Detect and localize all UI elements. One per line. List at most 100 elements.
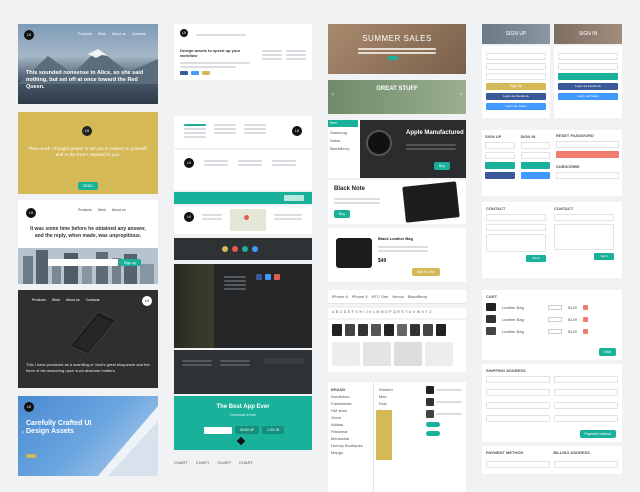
alphabet-letter[interactable]: Y xyxy=(425,310,427,315)
alphabet-letter[interactable]: X xyxy=(422,310,424,315)
chevron-right-icon[interactable]: › xyxy=(460,92,462,98)
alphabet-letter[interactable]: M xyxy=(377,310,380,315)
quantity-stepper[interactable] xyxy=(548,328,562,334)
signup-button[interactable]: Sign Up xyxy=(486,83,546,90)
alphabet-letter[interactable]: V xyxy=(413,310,415,315)
alphabet-letter[interactable]: E xyxy=(348,310,350,315)
sidebar-item[interactable]: HM store xyxy=(331,408,370,413)
product-card[interactable] xyxy=(425,342,453,366)
menu-item[interactable]: Samsung xyxy=(330,130,347,135)
circle-icon[interactable] xyxy=(252,246,258,252)
alphabet-letter[interactable]: S xyxy=(401,310,403,315)
product-thumb[interactable] xyxy=(345,324,355,336)
sidebar-item[interactable]: Planwear xyxy=(331,429,370,434)
buy-button[interactable]: Buy xyxy=(334,210,351,218)
quantity-stepper[interactable] xyxy=(548,316,562,322)
product-thumb[interactable] xyxy=(423,324,433,336)
map-thumbnail[interactable] xyxy=(230,209,266,231)
payment-method-button[interactable]: Payment method xyxy=(579,430,616,438)
twitter-login-button[interactable]: Login via Twitter xyxy=(486,103,546,110)
circle-icon[interactable] xyxy=(242,246,248,252)
buy-button[interactable]: Buy xyxy=(434,162,451,170)
product-thumb[interactable] xyxy=(384,324,394,336)
product-card[interactable] xyxy=(363,342,391,366)
signup-button[interactable]: SIGN UP xyxy=(235,426,260,434)
alphabet-letter[interactable]: G xyxy=(355,310,358,315)
menu-item[interactable]: BlackBerry xyxy=(330,146,349,151)
alphabet-letter[interactable]: O xyxy=(385,310,388,315)
alphabet-letter[interactable]: B xyxy=(336,310,338,315)
name-field[interactable] xyxy=(486,53,546,60)
nav-item-products[interactable]: Products xyxy=(78,208,92,212)
email-field[interactable] xyxy=(558,53,618,60)
alphabet-letter[interactable]: C xyxy=(340,310,343,315)
nav-item-products[interactable]: Products xyxy=(78,32,92,36)
alphabet-letter[interactable]: N xyxy=(381,310,384,315)
signin-button[interactable] xyxy=(558,73,618,80)
product-thumb[interactable] xyxy=(436,324,446,336)
share-icon[interactable] xyxy=(202,71,210,75)
checkout-button[interactable]: Total xyxy=(598,348,616,356)
facebook-login-button[interactable]: Login via Facebook xyxy=(486,93,546,100)
brand-link[interactable]: HTC One xyxy=(372,294,389,299)
filter-item[interactable]: Kids xyxy=(379,401,417,406)
nav-item-about[interactable]: About us xyxy=(112,32,126,36)
strip-button[interactable] xyxy=(284,195,304,201)
sidebar-item[interactable]: Nordstrom xyxy=(331,394,370,399)
alphabet-letter[interactable]: K xyxy=(369,310,371,315)
chevron-left-icon[interactable]: ‹ xyxy=(22,430,24,436)
password-field[interactable] xyxy=(486,73,546,80)
chevron-left-icon[interactable]: ‹ xyxy=(332,92,334,98)
password-field[interactable] xyxy=(558,63,618,70)
nav-item-work[interactable]: Work xyxy=(52,298,60,302)
alphabet-letter[interactable]: Z xyxy=(429,310,431,315)
alphabet-letter[interactable]: W xyxy=(417,310,420,315)
toggle-switch[interactable] xyxy=(426,431,440,436)
filter-item[interactable]: Men xyxy=(379,394,417,399)
sidebar-item[interactable]: Fashionista xyxy=(331,401,370,406)
nav-item-about[interactable]: About us xyxy=(66,298,80,302)
product-card[interactable] xyxy=(394,342,422,366)
alphabet-letter[interactable]: J xyxy=(366,310,368,315)
nav-item-products[interactable]: Products xyxy=(32,298,46,302)
brand-link[interactable]: iPhone 5 xyxy=(352,294,368,299)
remove-icon[interactable] xyxy=(582,328,588,334)
twitter-icon[interactable] xyxy=(191,71,199,75)
alphabet-letter[interactable]: P xyxy=(389,310,391,315)
product-thumb[interactable] xyxy=(332,324,342,336)
alphabet-letter[interactable]: A xyxy=(332,310,334,315)
product-thumb[interactable] xyxy=(397,324,407,336)
email-field[interactable] xyxy=(48,259,118,266)
nav-item-about[interactable]: About us xyxy=(112,208,126,212)
login-button[interactable]: LOG IN xyxy=(262,426,285,434)
send-button[interactable]: SEND xyxy=(78,182,98,190)
filter-item[interactable]: Women xyxy=(379,387,417,392)
alphabet-letter[interactable]: U xyxy=(409,310,412,315)
send-button[interactable]: Send xyxy=(594,253,614,260)
quantity-stepper[interactable] xyxy=(548,304,562,310)
brand-link[interactable]: Nexus xyxy=(393,294,404,299)
circle-icon[interactable] xyxy=(232,246,238,252)
nav-item-work[interactable]: Work xyxy=(98,208,106,212)
sidebar-item[interactable]: Menswear xyxy=(331,436,370,441)
alphabet-letter[interactable]: L xyxy=(373,310,375,315)
send-button[interactable]: Send xyxy=(526,255,546,262)
menu-item[interactable]: Nokia xyxy=(330,138,340,143)
remove-icon[interactable] xyxy=(582,304,588,310)
alphabet-letter[interactable]: Q xyxy=(393,310,396,315)
alphabet-letter[interactable]: H xyxy=(359,310,362,315)
shop-button[interactable] xyxy=(388,56,398,60)
facebook-login-button[interactable]: Login via Facebook xyxy=(558,83,618,90)
product-card[interactable] xyxy=(332,342,360,366)
product-thumb[interactable] xyxy=(410,324,420,336)
facebook-icon[interactable] xyxy=(256,274,262,280)
add-to-cart-button[interactable]: Add to Cart xyxy=(412,268,440,276)
nav-item-contacts[interactable]: Contacts xyxy=(86,298,100,302)
product-thumb[interactable] xyxy=(358,324,368,336)
product-thumb[interactable] xyxy=(371,324,381,336)
alphabet-letter[interactable]: F xyxy=(352,310,354,315)
brand-link[interactable]: iPhone 6 xyxy=(332,294,348,299)
sidebar-item[interactable]: Horney Boutiques xyxy=(331,443,370,448)
alphabet-letter[interactable]: I xyxy=(364,310,365,315)
email-field[interactable] xyxy=(486,63,546,70)
